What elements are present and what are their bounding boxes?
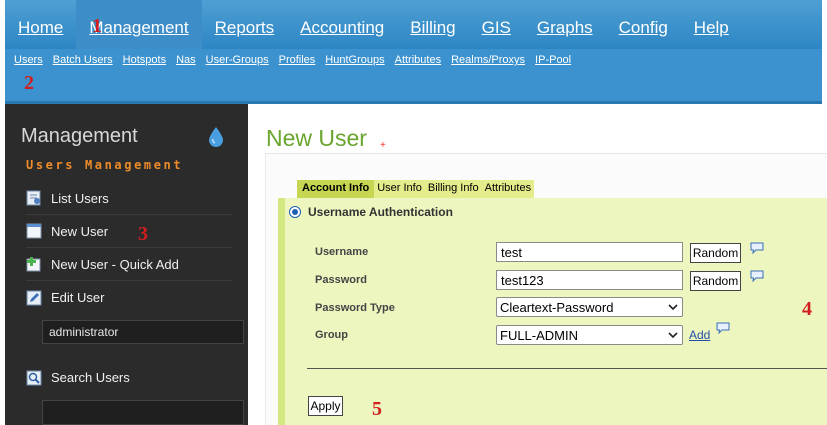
menu-reports[interactable]: Reports	[202, 0, 288, 49]
sidebar-item-label: Search Users	[51, 370, 130, 385]
main-menu: Home Management Reports Accounting Billi…	[5, 0, 742, 49]
submenu-ip-pool[interactable]: IP-Pool	[535, 54, 571, 66]
tab-attributes[interactable]: Attributes	[482, 180, 534, 198]
password-input[interactable]: test123	[496, 270, 683, 290]
username-random-button[interactable]: Random	[690, 243, 741, 263]
form-divider	[307, 368, 827, 369]
sidebar-item-label: New User	[51, 223, 109, 239]
edit-user-input[interactable]: administrator	[42, 320, 244, 344]
menu-billing[interactable]: Billing	[397, 0, 468, 49]
chevron-down-icon	[668, 304, 678, 311]
password-label: Password	[315, 274, 367, 286]
sidebar-item-label: List Users	[51, 190, 109, 206]
username-input[interactable]: test	[496, 242, 683, 262]
page-title: New User	[266, 125, 367, 151]
search-users-input[interactable]	[42, 400, 244, 425]
submenu-realms-proxys[interactable]: Realms/Proxys	[451, 54, 525, 66]
annotation-marker-1: 1	[92, 15, 102, 37]
sidebar-subtitle: Users Management	[26, 158, 184, 172]
password-type-select[interactable]: Cleartext-Password	[496, 297, 683, 317]
submenu-hotspots[interactable]: Hotspots	[123, 54, 166, 66]
chevron-down-icon	[668, 332, 678, 339]
password-type-label: Password Type	[315, 302, 395, 314]
menu-gis[interactable]: GIS	[469, 0, 524, 49]
submenu-nas[interactable]: Nas	[176, 54, 196, 66]
title-marker: +	[380, 140, 386, 151]
submenu-users[interactable]: Users	[14, 54, 43, 66]
annotation-marker-5: 5	[372, 398, 382, 420]
sidebar-title: Management	[21, 125, 138, 147]
sidebar-item-label: Edit User	[51, 290, 105, 305]
sidebar-item-label: New User - Quick Add	[51, 256, 179, 272]
group-label: Group	[315, 329, 348, 341]
password-random-button[interactable]: Random	[690, 271, 741, 291]
annotation-marker-2: 2	[24, 72, 34, 94]
submenu-user-groups[interactable]: User-Groups	[206, 54, 269, 66]
username-label: Username	[315, 246, 369, 258]
username-auth-radio[interactable]	[289, 206, 301, 218]
apply-button[interactable]: Apply	[308, 396, 343, 416]
sidebar-item-new-user[interactable]: New User	[26, 215, 232, 248]
search-users-icon	[26, 370, 42, 385]
tab-bar: Account Info User Info Billing Info Attr…	[297, 180, 535, 198]
water-drop-icon	[209, 127, 223, 147]
sidebar-item-new-user-quick-add[interactable]: New User - Quick Add	[26, 248, 232, 281]
edit-user-icon	[26, 290, 42, 305]
new-user-icon	[26, 223, 42, 239]
sidebar-item-search-users[interactable]: Search Users	[26, 361, 232, 394]
tab-user-info[interactable]: User Info	[374, 180, 425, 198]
annotation-marker-4: 4	[802, 298, 812, 320]
username-auth-label: Username Authentication	[308, 205, 453, 219]
annotation-marker-3: 3	[138, 223, 148, 245]
menu-home[interactable]: Home	[5, 0, 76, 49]
menu-graphs[interactable]: Graphs	[524, 0, 606, 49]
tab-account-info[interactable]: Account Info	[297, 180, 375, 198]
quick-add-icon	[26, 257, 41, 272]
comment-bubble-icon[interactable]	[750, 270, 764, 282]
comment-bubble-icon[interactable]	[750, 242, 764, 254]
comment-bubble-icon[interactable]	[716, 322, 730, 334]
password-type-value: Cleartext-Password	[500, 299, 614, 315]
submenu-batch-users[interactable]: Batch Users	[53, 54, 113, 66]
menu-help[interactable]: Help	[681, 0, 742, 49]
menu-config[interactable]: Config	[606, 0, 681, 49]
list-users-icon	[26, 190, 41, 206]
submenu-huntgroups[interactable]: HuntGroups	[325, 54, 384, 66]
sidebar-item-edit-user[interactable]: Edit User	[26, 281, 232, 314]
submenu-profiles[interactable]: Profiles	[279, 54, 316, 66]
submenu-attributes[interactable]: Attributes	[395, 54, 441, 66]
menu-accounting[interactable]: Accounting	[287, 0, 397, 49]
sidebar-item-list-users[interactable]: List Users	[26, 182, 232, 215]
tab-billing-info[interactable]: Billing Info	[425, 180, 482, 198]
group-value: FULL-ADMIN	[500, 327, 579, 343]
group-select[interactable]: FULL-ADMIN	[496, 325, 683, 345]
sub-menu: Users Batch Users Hotspots Nas User-Grou…	[14, 54, 581, 66]
add-group-link[interactable]: Add	[689, 328, 710, 342]
